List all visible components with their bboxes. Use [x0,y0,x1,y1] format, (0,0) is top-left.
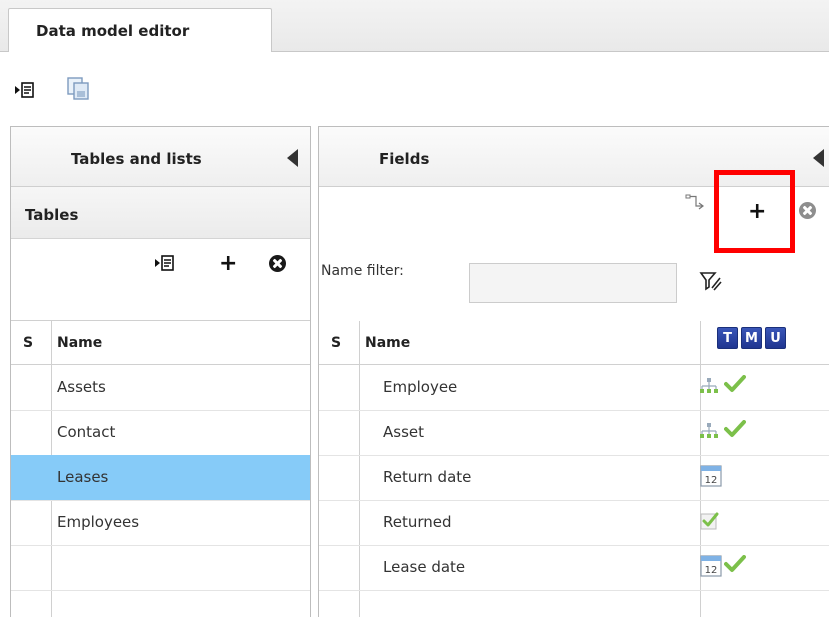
calendar-day: 12 [705,475,718,486]
clear-filter-icon[interactable] [699,270,723,298]
checkmark-icon [724,555,746,577]
list-item[interactable]: Assets [11,365,310,411]
collapse-left-icon[interactable] [287,149,298,167]
tables-title: Tables [25,206,79,224]
calendar-icon: 12 [700,463,722,491]
column-name[interactable]: Name [57,335,102,351]
table-row[interactable]: Asset [319,410,829,456]
column-u-badge[interactable]: U [765,327,786,349]
tab-bar: Data model editor [0,0,829,53]
tab-data-model-editor[interactable]: Data model editor [8,8,272,53]
empty-row [319,590,829,617]
calendar-icon: 12 [700,553,722,581]
column-s: S [331,335,342,351]
hierarchy-icon [699,377,719,399]
table-row[interactable]: Return date 12 [319,455,829,501]
empty-row [11,545,310,591]
list-item[interactable]: Employees [11,500,310,546]
tables-list: Assets Contact Leases Employees [11,365,310,617]
column-s: S [23,335,34,351]
panel-title: Tables and lists [71,150,202,168]
checkmark-icon [724,420,746,442]
fields-list: Employee Asset Return date 12 Returned L… [319,365,829,617]
item-label: Assets [57,378,106,396]
export-icon[interactable] [14,80,36,104]
list-item[interactable]: Contact [11,410,310,456]
column-t-badge[interactable]: T [717,327,738,349]
main-toolbar [0,52,829,124]
table-row[interactable]: Lease date 12 [319,545,829,591]
name-filter-input[interactable] [469,263,677,303]
copy-icon[interactable] [66,76,92,106]
panel-header: Tables and lists [11,127,310,187]
list-item-selected[interactable]: Leases [11,455,310,501]
item-label: Employees [57,513,140,531]
panel-title: Fields [379,150,430,168]
calendar-day: 12 [705,565,718,576]
table-row[interactable]: Employee [319,365,829,411]
field-name: Returned [383,513,452,531]
tables-and-lists-panel: Tables and lists Tables + S Name Assets … [10,126,311,617]
delete-icon[interactable] [269,255,286,272]
tables-subheader: Tables [11,187,310,239]
item-label: Leases [57,468,109,486]
highlight-box [714,170,795,253]
delete-icon[interactable] [799,202,816,219]
checkmark-icon [724,375,746,397]
fields-header-row: S Name T M U [319,321,829,365]
hierarchy-icon [699,422,719,444]
add-table-button[interactable]: + [219,253,237,275]
field-name: Asset [383,423,425,441]
relation-icon[interactable] [685,193,707,215]
export-icon[interactable] [154,253,176,277]
tables-actions: + [11,239,310,321]
empty-row [11,590,310,617]
field-name: Return date [383,468,472,486]
collapse-right-icon[interactable] [813,149,824,167]
table-row[interactable]: Returned [319,500,829,546]
column-name[interactable]: Name [365,335,410,351]
checkbox-checked-icon [700,511,720,535]
item-label: Contact [57,423,116,441]
tab-title: Data model editor [36,22,190,40]
field-name: Lease date [383,558,466,576]
tables-header-row: S Name [11,321,310,365]
column-m-badge[interactable]: M [741,327,762,349]
field-name: Employee [383,378,458,396]
name-filter-label: Name filter: [321,263,404,279]
